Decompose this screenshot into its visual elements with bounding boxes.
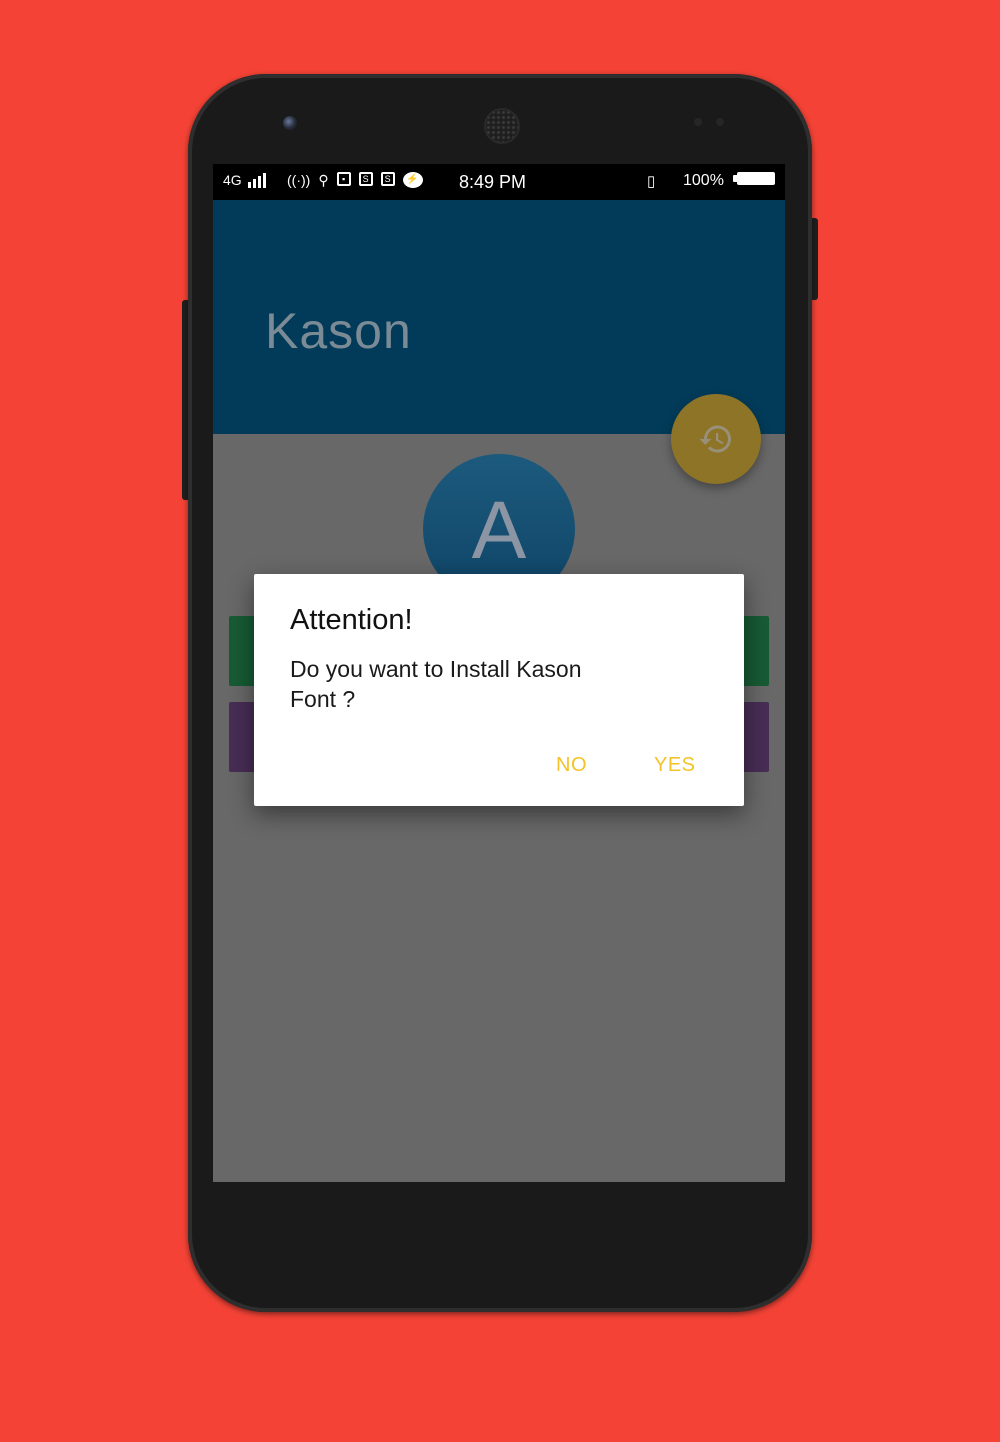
usb-icon: ⚲ [318, 172, 329, 188]
app-title: Kason [265, 303, 412, 359]
battery-percent: 100% [683, 172, 724, 189]
no-button[interactable]: NO [556, 754, 587, 777]
dialog-message: Do you want to Install Kason Font ? [290, 656, 582, 712]
hotspot-icon: ((·)) [287, 172, 311, 188]
status-bar: 4G ((·)) ⚲ ▪ S S ⚡ 8:49 PM ▯ 100% [213, 164, 785, 200]
notification-icons: ((·)) ⚲ ▪ S S ⚡ [287, 172, 423, 189]
sensor [716, 118, 724, 126]
messenger-icon: ⚡ [402, 172, 423, 188]
sensor [694, 118, 702, 126]
s-icon: S [380, 172, 395, 186]
vibrate-icon: ▯ [647, 173, 656, 190]
attention-dialog: Attention! Do you want to Install Kason … [254, 574, 744, 806]
history-icon [699, 425, 731, 453]
signal-icon [248, 172, 266, 188]
s-icon: S [358, 172, 373, 186]
notification-icon: ▪ [336, 172, 351, 186]
network-type: 4G [223, 172, 242, 188]
front-camera-icon [283, 116, 297, 130]
status-time: 8:49 PM [459, 172, 527, 192]
earpiece-speaker [484, 108, 520, 144]
screen: 4G ((·)) ⚲ ▪ S S ⚡ 8:49 PM ▯ 100% Kason … [213, 164, 785, 1182]
battery-icon [733, 172, 775, 185]
avatar-letter: A [471, 485, 527, 576]
dialog-title: Attention! [290, 604, 413, 636]
yes-button[interactable]: YES [654, 754, 696, 777]
history-fab[interactable] [671, 394, 761, 484]
